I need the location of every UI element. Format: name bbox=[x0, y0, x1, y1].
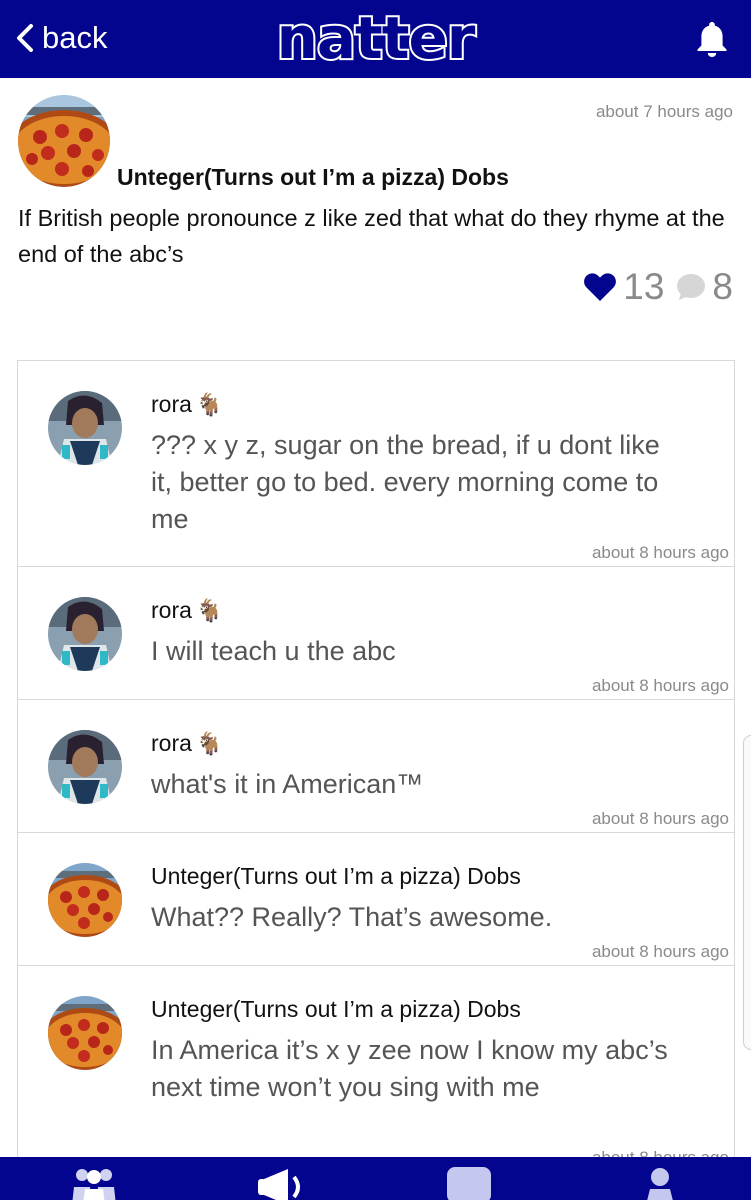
goat-emoji-icon: 🐐 bbox=[195, 730, 224, 756]
list-item: Unteger(Turns out I’m a pizza) Dobs What… bbox=[18, 833, 734, 966]
comment-author[interactable]: rora 🐐 bbox=[151, 597, 223, 624]
profile-icon[interactable] bbox=[640, 1165, 680, 1200]
comment-bubble-icon[interactable] bbox=[676, 273, 706, 301]
anime-character-avatar[interactable] bbox=[48, 730, 122, 804]
comment-text: ??? x y z, sugar on the bread, if u dont… bbox=[151, 430, 660, 534]
chevron-left-icon bbox=[17, 24, 33, 52]
comment-author[interactable]: Unteger(Turns out I’m a pizza) Dobs bbox=[151, 996, 525, 1023]
pizza-avatar[interactable] bbox=[48, 863, 122, 937]
post-text: If British people pronounce z like zed t… bbox=[18, 205, 725, 267]
comment-author-name: Unteger(Turns out I’m a pizza) Dobs bbox=[151, 863, 521, 889]
back-label: back bbox=[42, 20, 108, 55]
comment-author-name: rora bbox=[151, 597, 192, 623]
original-post: about 7 hours ago Unteger(Turns out I’m … bbox=[0, 78, 751, 338]
pizza-avatar[interactable] bbox=[18, 95, 110, 187]
post-author[interactable]: Unteger(Turns out I’m a pizza) Dobs bbox=[117, 164, 509, 191]
bottom-nav bbox=[0, 1157, 751, 1200]
list-item: rora 🐐 I will teach u the abc about 8 ho… bbox=[18, 567, 734, 700]
comment-timestamp: about 8 hours ago bbox=[591, 809, 729, 828]
heart-icon[interactable] bbox=[583, 272, 617, 302]
post-stats: 13 8 bbox=[583, 266, 733, 308]
anime-character-avatar[interactable] bbox=[48, 597, 122, 671]
anime-character-avatar[interactable] bbox=[48, 391, 122, 465]
like-count: 13 bbox=[623, 266, 665, 307]
goat-emoji-icon: 🐐 bbox=[195, 597, 224, 623]
scroll-edge-handle[interactable] bbox=[743, 735, 751, 1050]
comment-timestamp: about 8 hours ago bbox=[591, 543, 729, 562]
app-logo[interactable]: natter bbox=[275, 4, 478, 72]
top-bar: back natter bbox=[0, 0, 751, 78]
comment-author[interactable]: Unteger(Turns out I’m a pizza) Dobs bbox=[151, 863, 525, 890]
list-item: Unteger(Turns out I’m a pizza) Dobs In A… bbox=[18, 966, 734, 1160]
comment-text: what's it in American™ bbox=[151, 769, 424, 799]
comment-author-name: rora bbox=[151, 391, 192, 417]
megaphone-icon[interactable] bbox=[256, 1165, 312, 1200]
bell-icon[interactable] bbox=[695, 20, 729, 58]
groups-icon[interactable] bbox=[68, 1165, 120, 1200]
list-item: rora 🐐 what's it in American™ about 8 ho… bbox=[18, 700, 734, 833]
comment-text: I will teach u the abc bbox=[151, 636, 396, 666]
post-timestamp: about 7 hours ago bbox=[595, 102, 733, 121]
comment-author[interactable]: rora 🐐 bbox=[151, 391, 223, 418]
comment-author-name: rora bbox=[151, 730, 192, 756]
back-button[interactable]: back bbox=[14, 18, 107, 58]
comment-timestamp: about 8 hours ago bbox=[591, 942, 729, 961]
comment-author[interactable]: rora 🐐 bbox=[151, 730, 223, 757]
comment-timestamp: about 8 hours ago bbox=[591, 676, 729, 695]
comment-text: In America it’s x y zee now I know my ab… bbox=[151, 1035, 668, 1102]
list-item: rora 🐐 ??? x y z, sugar on the bread, if… bbox=[18, 361, 734, 567]
chat-icon[interactable] bbox=[445, 1165, 493, 1200]
comment-count: 8 bbox=[712, 266, 733, 307]
goat-emoji-icon: 🐐 bbox=[195, 391, 224, 417]
comment-list: rora 🐐 ??? x y z, sugar on the bread, if… bbox=[17, 360, 735, 1160]
comment-text: What?? Really? That’s awesome. bbox=[151, 902, 553, 932]
pizza-avatar[interactable] bbox=[48, 996, 122, 1070]
comment-author-name: Unteger(Turns out I’m a pizza) Dobs bbox=[151, 996, 521, 1022]
